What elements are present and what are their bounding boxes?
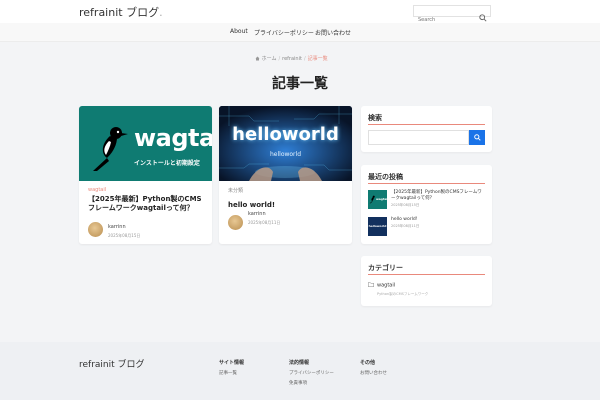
card-title[interactable]: hello world! <box>228 201 346 210</box>
thumb-subtitle: インストールと初期設定 <box>134 160 200 167</box>
main-nav: About プライバシーポリシー お問い合わせ <box>0 23 600 42</box>
footer-heading-legal: 法的情報 <box>289 360 310 366</box>
breadcrumb: ホーム / refrainit / 記事一覧 <box>255 55 328 62</box>
recent-post-date: 2025年08月15日 <box>391 203 420 207</box>
card-thumbnail[interactable]: helloworld helloworld <box>219 106 352 181</box>
recent-post-thumbnail[interactable]: helloworld <box>368 217 387 236</box>
site-logo-text: refrainit ブログ <box>79 6 160 19</box>
nav-item-contact[interactable]: お問い合わせ <box>315 28 351 37</box>
recent-post-item[interactable]: wagtail 【2025年最新】Python製のCMSフレームワークwagta… <box>368 190 485 209</box>
footer-link-privacy[interactable]: プライバシーポリシー <box>289 370 334 376</box>
footer-logo[interactable]: refrainit ブログ <box>79 357 145 370</box>
widget-title: 最近の投稿 <box>368 173 403 181</box>
recent-post-title[interactable]: 【2025年最新】Python製のCMSフレームワークwagtailって何？ <box>391 190 485 202</box>
recent-post-title[interactable]: hello world! <box>391 217 485 223</box>
folder-icon <box>368 282 374 287</box>
recent-post-thumbnail[interactable]: wagtail <box>368 190 387 209</box>
footer-link-contact[interactable]: お問い合わせ <box>360 370 387 376</box>
thumb-main-text: helloworld <box>232 124 339 145</box>
footer-heading-other: その他 <box>360 360 376 366</box>
card-author: karrinn <box>248 211 266 217</box>
sidebar-search-button[interactable] <box>469 130 485 145</box>
nav-item-privacy[interactable]: プライバシーポリシー <box>254 28 314 37</box>
breadcrumb-separator: / <box>303 56 306 62</box>
site-logo[interactable]: refrainit ブログ. <box>79 4 163 20</box>
recent-post-date: 2025年08月11日 <box>391 224 420 228</box>
widget-recent-posts: 最近の投稿 wagtail 【2025年最新】Python製のCMSフレームワー… <box>361 165 492 244</box>
widget-title: カテゴリー <box>368 264 403 272</box>
widget-categories: カテゴリー wagtail Python製のCMSフレームワーク <box>361 256 492 306</box>
breadcrumb-current: 記事一覧 <box>307 56 328 62</box>
breadcrumb-home[interactable]: ホーム <box>262 56 277 62</box>
article-card-hello[interactable]: helloworld helloworld 未分類 hello world! k… <box>219 106 352 244</box>
category-name: wagtail <box>377 282 396 289</box>
article-card-wagtail[interactable]: wagtail インストールと初期設定 wagtail 【2025年最新】Pyt… <box>79 106 212 244</box>
card-category[interactable]: 未分類 <box>228 187 243 194</box>
widget-divider <box>368 274 485 275</box>
home-icon <box>255 56 260 60</box>
footer-heading-site-info: サイト情報 <box>219 360 245 366</box>
card-date: 2025年08月15日 <box>108 233 141 238</box>
page-title: 記事一覧 <box>272 76 328 92</box>
nav-item-about[interactable]: About <box>230 28 248 35</box>
widget-divider <box>368 183 485 184</box>
breadcrumb-middle[interactable]: refrainit <box>282 56 302 62</box>
widget-divider <box>368 124 485 125</box>
site-logo-dot: . <box>159 6 163 19</box>
thumb-logo-text: wagtail <box>134 124 212 152</box>
footer-link-disclaimer[interactable]: 免責事項 <box>289 380 307 386</box>
breadcrumb-separator: / <box>278 56 281 62</box>
card-category[interactable]: wagtail <box>88 187 106 193</box>
header-search <box>413 5 491 25</box>
widget-search: 検索 <box>361 106 492 152</box>
thumb-small-text: helloworld <box>269 151 302 158</box>
footer-link-articles[interactable]: 記事一覧 <box>219 370 237 376</box>
search-icon <box>473 134 481 141</box>
recent-post-thumb-text: wagtail <box>376 197 387 201</box>
card-date: 2025年08月11日 <box>248 220 281 225</box>
card-title[interactable]: 【2025年最新】Python製のCMSフレームワークwagtailって何？ <box>88 195 206 213</box>
site-header: refrainit ブログ. <box>0 0 600 25</box>
site-footer: refrainit ブログ サイト情報 記事一覧 法的情報 プライバシーポリシー… <box>0 342 600 400</box>
wagtail-bird-icon <box>93 127 128 171</box>
card-thumbnail[interactable]: wagtail インストールと初期設定 <box>79 106 212 181</box>
category-item-wagtail[interactable]: wagtail <box>368 282 395 289</box>
widget-title: 検索 <box>368 114 382 122</box>
sidebar-search-input[interactable] <box>368 130 469 145</box>
recent-post-item[interactable]: helloworld hello world! 2025年08月11日 <box>368 217 485 236</box>
avatar <box>88 222 103 237</box>
category-description: Python製のCMSフレームワーク <box>377 292 429 296</box>
wagtail-bird-icon <box>369 195 375 204</box>
recent-post-thumb-text: helloworld <box>368 224 387 228</box>
avatar <box>228 215 243 230</box>
card-author: karrinn <box>108 224 126 230</box>
